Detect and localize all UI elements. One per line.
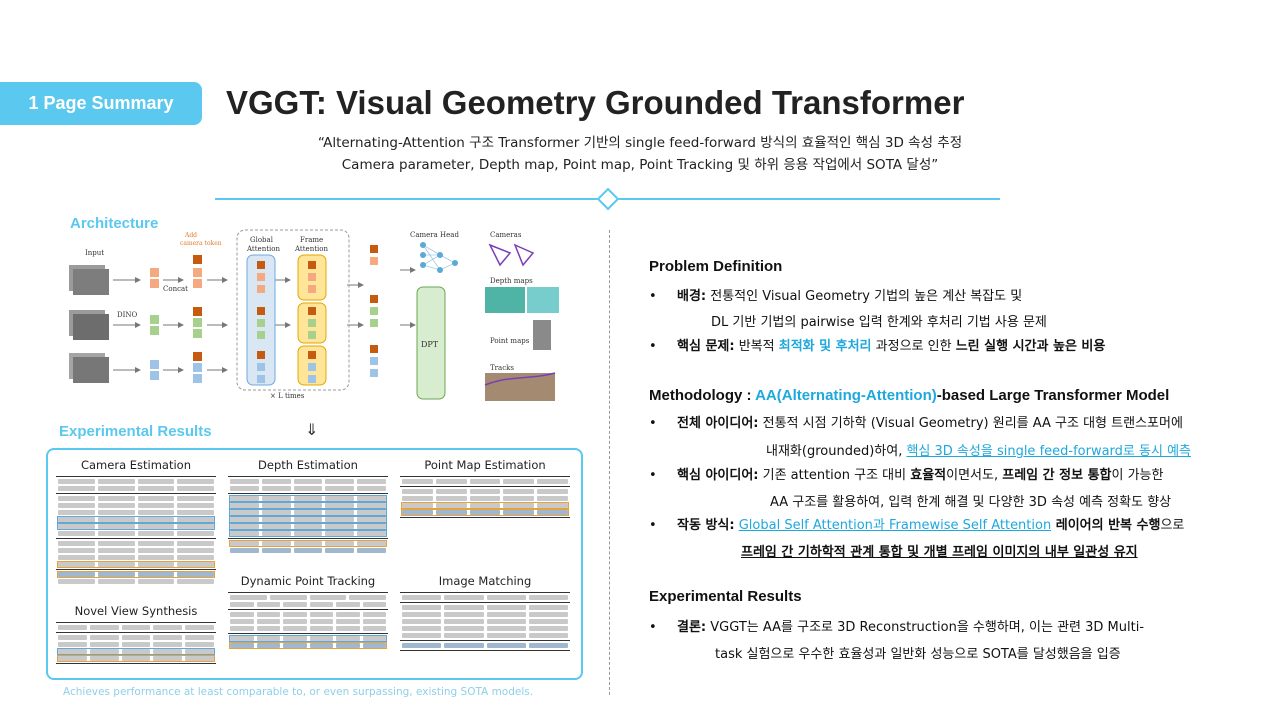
point-map-estimation-table <box>400 476 570 518</box>
arch-tracks-label: Tracks <box>490 364 514 372</box>
arch-camera-head-label: Camera Head <box>410 231 459 239</box>
image-matching-panel: Image Matching <box>400 574 570 653</box>
problem-definition-heading: Problem Definition <box>649 258 783 275</box>
method-bullet-2-cont: AA 구조를 활용하여, 입력 한계 해결 및 다양한 3D 속성 예측 정확도… <box>770 495 1172 510</box>
problem-bullet-2: • 핵심 문제: 반복적 최적화 및 후처리 과정으로 인한 느린 실행 시간과 … <box>649 337 1105 357</box>
divider-diamond-icon <box>596 187 620 211</box>
novel-view-synthesis-table <box>56 622 216 664</box>
column-divider <box>609 230 610 695</box>
arch-frame-attention-label: Frame <box>300 236 323 244</box>
results-bullet-1-cont: task 실험으로 우수한 효율성과 일반화 성능으로 SOTA를 달성했음을 … <box>715 647 1121 662</box>
dynamic-point-tracking-table <box>228 592 388 649</box>
arch-global-attention-label: Global <box>250 236 274 244</box>
camera-estimation-panel: Camera Estimation <box>56 458 216 586</box>
experimental-results-text-heading: Experimental Results <box>649 588 802 605</box>
input-images <box>69 265 109 383</box>
bullet-icon: • <box>649 468 657 483</box>
method-bullet-1-cont: 내재화(grounded)하여, 핵심 3D 속성을 single feed-f… <box>766 444 1191 459</box>
arch-point-maps-label: Point maps <box>490 337 530 345</box>
depth-estimation-table <box>228 476 388 553</box>
method-bullet-2: • 핵심 아이디어: 기존 attention 구조 대비 효율적이면서도, 프레… <box>649 466 1163 486</box>
methodology-heading: Methodology : AA(Alternating-Attention)-… <box>649 387 1170 404</box>
results-bullet-1: • 결론: VGGT는 AA를 구조로 3D Reconstruction을 수행… <box>649 618 1144 638</box>
problem-bullet-1-cont: DL 기반 기법의 pairwise 입력 한계와 후처리 기법 사용 문제 <box>711 315 1047 330</box>
bullet-icon: • <box>649 416 657 431</box>
problem-bullet-1: • 배경: 전통적인 Visual Geometry 기법의 높은 계산 복잡도 … <box>649 287 1022 307</box>
novel-view-synthesis-title: Novel View Synthesis <box>74 604 198 618</box>
dynamic-point-tracking-title: Dynamic Point Tracking <box>240 574 376 588</box>
svg-text:Attention: Attention <box>294 245 328 253</box>
depth-estimation-title: Depth Estimation <box>258 458 358 472</box>
point-map-estimation-panel: Point Map Estimation <box>400 458 570 520</box>
camera-estimation-title: Camera Estimation <box>80 458 192 472</box>
method-bullet-3: • 작동 방식: Global Self Attention과 Framewise… <box>649 516 1184 536</box>
bullet-icon: • <box>649 518 657 533</box>
arch-depth-maps-label: Depth maps <box>490 277 533 285</box>
image-matching-table <box>400 592 570 651</box>
image-matching-title: Image Matching <box>438 574 532 588</box>
arch-cameras-label: Cameras <box>490 231 522 239</box>
arch-add-camera-label: Add <box>184 232 197 239</box>
svg-text:Attention: Attention <box>246 245 280 253</box>
method-bullet-1: • 전체 아이디어: 전통적 시점 기하학 (Visual Geometry) 원… <box>649 414 1183 434</box>
bullet-icon: • <box>649 339 657 354</box>
novel-view-synthesis-panel: Novel View Synthesis <box>56 604 216 666</box>
arch-dino-label: DINO <box>117 311 138 319</box>
arch-dpt-label: DPT <box>421 340 439 349</box>
bullet-icon: • <box>649 289 657 304</box>
footnote: Achieves performance at least comparable… <box>63 686 534 698</box>
dynamic-point-tracking-panel: Dynamic Point Tracking <box>228 574 388 650</box>
point-map-estimation-title: Point Map Estimation <box>424 458 546 472</box>
page-title: VGGT: Visual Geometry Grounded Transform… <box>226 84 965 121</box>
down-arrow-icon: ⇓ <box>305 420 319 439</box>
quote-line-1: “Alternating-Attention 구조 Transformer 기반… <box>317 135 963 151</box>
arch-camera-token-label: camera token <box>180 240 222 247</box>
arch-input-label: Input <box>85 249 104 257</box>
depth-estimation-panel: Depth Estimation <box>228 458 388 555</box>
arch-times-label: × L times <box>270 392 305 400</box>
bullet-icon: • <box>649 620 657 635</box>
arch-concat-label: Concat <box>163 285 188 293</box>
quote-line-2: Camera parameter, Depth map, Point map, … <box>341 157 939 173</box>
camera-estimation-table <box>56 476 216 584</box>
architecture-diagram: Input DINO Concat Add camera token Globa… <box>55 225 565 410</box>
experimental-results-box: Camera Estimation Depth Estimation Point… <box>46 448 583 680</box>
experimental-results-heading: Experimental Results <box>59 423 212 440</box>
method-bullet-3-cont: 프레임 간 기하학적 관계 통합 및 개별 프레임 이미지의 내부 일관성 유지 <box>741 545 1138 560</box>
summary-tag: 1 Page Summary <box>0 82 202 125</box>
